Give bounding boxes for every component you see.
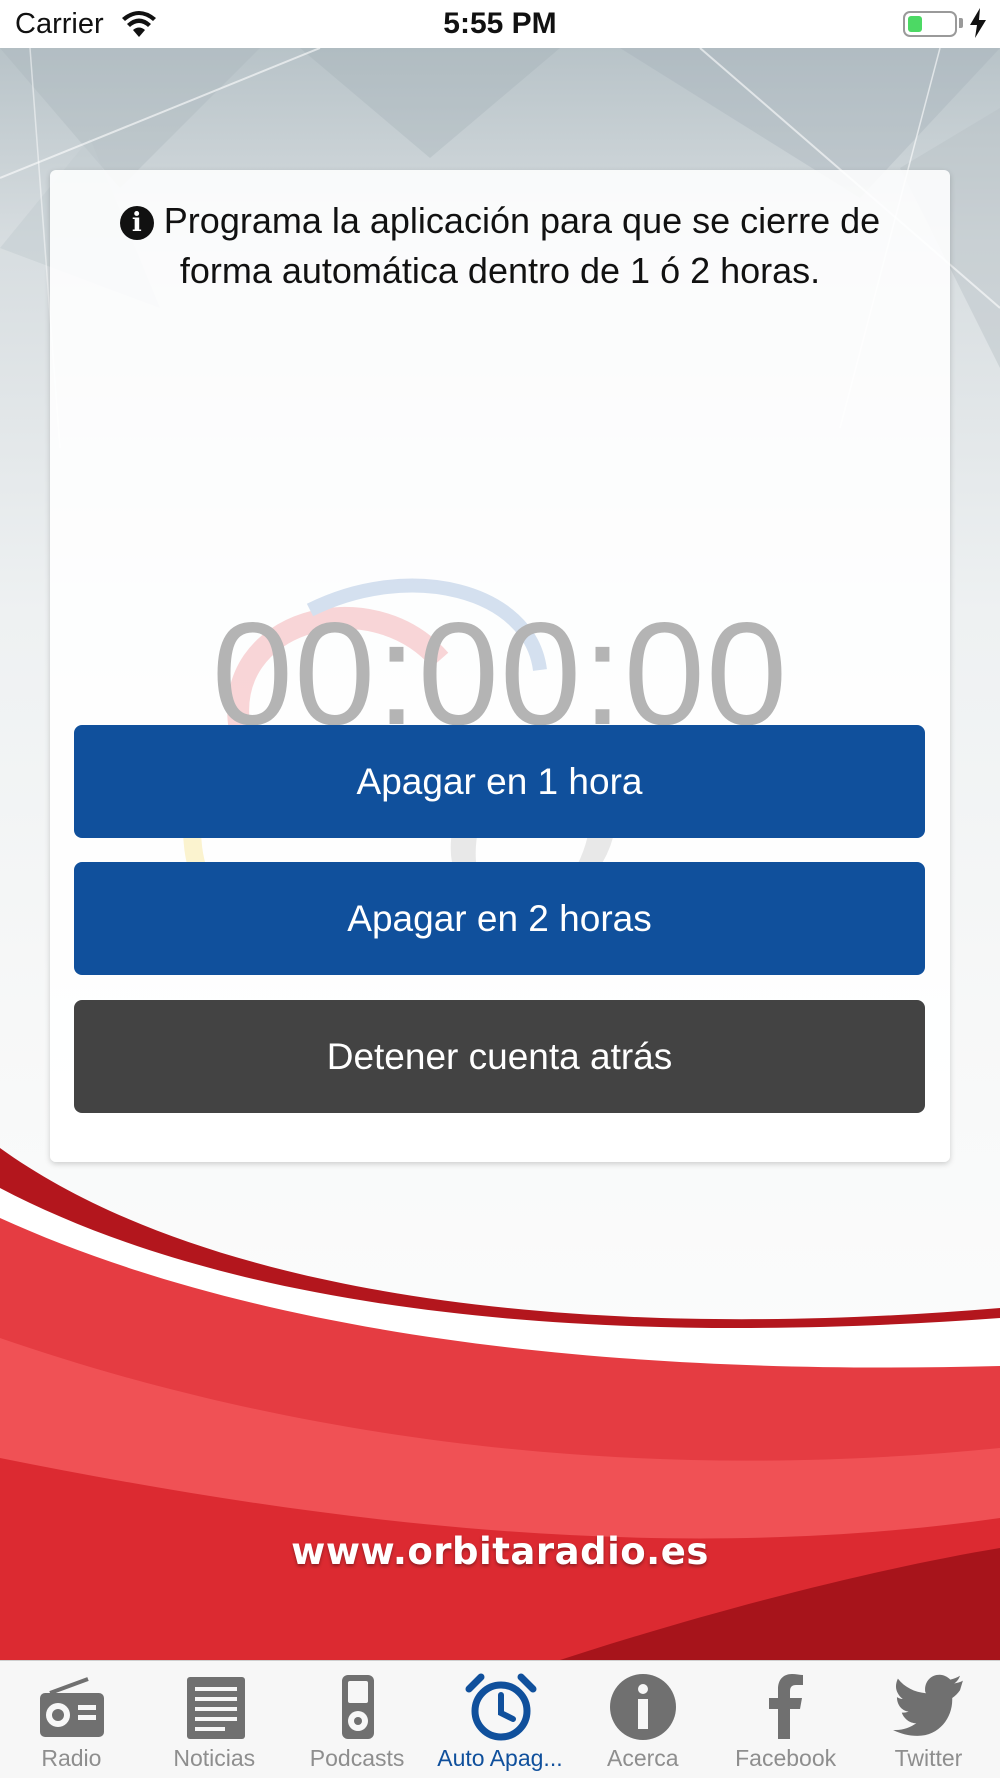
tab-radio[interactable]: Radio <box>0 1661 143 1778</box>
shutdown-1-hour-button[interactable]: Apagar en 1 hora <box>74 725 925 838</box>
tab-label: Acerca <box>607 1745 679 1771</box>
tab-bar: Radio Noticias Podcasts Auto Apag... Ace… <box>0 1660 1000 1778</box>
tab-podcasts[interactable]: Podcasts <box>286 1661 429 1778</box>
status-time: 5:55 PM <box>443 7 557 40</box>
website-url: www.orbitaradio.es <box>291 1530 709 1573</box>
info-icon <box>610 1674 677 1740</box>
ipod-icon <box>341 1675 374 1739</box>
shutdown-2-hours-button[interactable]: Apagar en 2 horas <box>74 862 925 975</box>
radio-icon <box>40 1677 104 1737</box>
info-circle-icon: i <box>119 206 154 240</box>
tab-twitter[interactable]: Twitter <box>857 1661 1000 1778</box>
tab-label: Facebook <box>735 1745 837 1771</box>
status-bar: Carrier 5:55 PM <box>0 0 1000 48</box>
battery-tip <box>959 18 963 28</box>
tab-label: Noticias <box>173 1745 256 1771</box>
tab-label: Radio <box>41 1745 102 1771</box>
facebook-icon <box>769 1674 804 1739</box>
info-text: Programa la aplicación para que se cierr… <box>163 200 881 291</box>
battery-icon <box>903 11 957 37</box>
tab-facebook[interactable]: Facebook <box>714 1661 857 1778</box>
newspaper-icon <box>186 1677 245 1739</box>
alarm-clock-icon <box>465 1673 537 1741</box>
charging-bolt-icon <box>970 8 986 38</box>
tab-auto-apagado[interactable]: Auto Apag... <box>429 1661 572 1778</box>
auto-off-card: O iPrograma la aplicación para que se ci… <box>50 170 950 1162</box>
stop-countdown-button[interactable]: Detener cuenta atrás <box>74 1000 925 1113</box>
tab-label: Auto Apag... <box>437 1745 563 1771</box>
tab-label: Twitter <box>894 1745 963 1771</box>
info-message: i Programa la aplicación para que se cier… <box>70 196 930 296</box>
tab-acerca[interactable]: Acerca <box>571 1661 714 1778</box>
tab-noticias[interactable]: Noticias <box>143 1661 286 1778</box>
battery-level <box>908 16 922 32</box>
twitter-icon <box>893 1674 963 1736</box>
tab-label: Podcasts <box>309 1745 405 1771</box>
